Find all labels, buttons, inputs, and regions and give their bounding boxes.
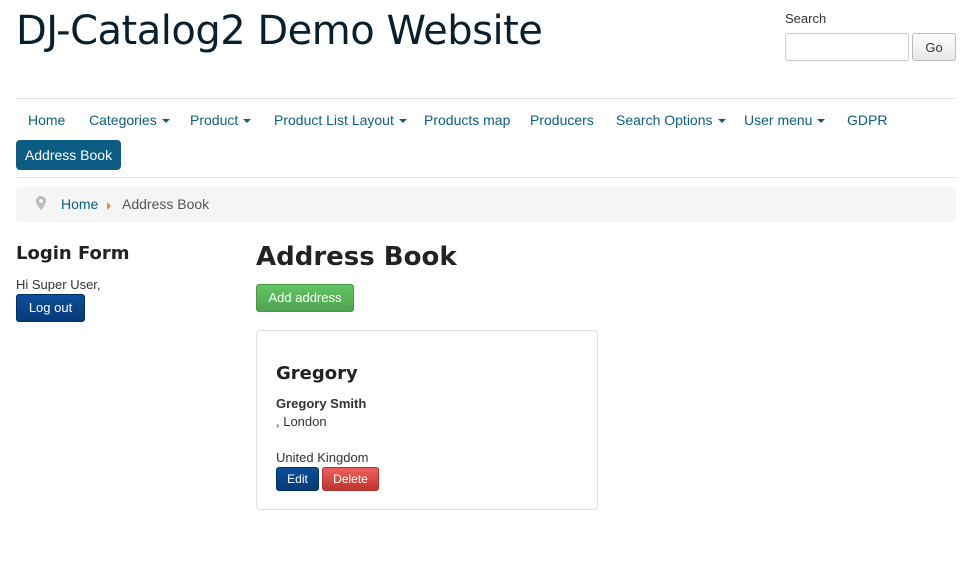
nav-item-label: Home <box>28 112 66 128</box>
login-greeting: Hi Super User, <box>16 277 101 292</box>
caret-down-icon <box>243 119 252 124</box>
caret-down-icon <box>161 119 170 124</box>
nav-item-label: Categories <box>89 112 157 128</box>
breadcrumb-separator-icon <box>107 202 111 210</box>
search-go-button[interactable]: Go <box>912 33 956 61</box>
nav-item-user-menu[interactable]: User menu <box>744 106 826 134</box>
nav-item-label: Products map <box>424 112 511 128</box>
nav-item-address-book[interactable]: Address Book <box>16 140 121 170</box>
nav-item-categories[interactable]: Categories <box>89 106 170 134</box>
nav-item-label: Search Options <box>616 112 713 128</box>
nav-item-producers[interactable]: Producers <box>530 106 594 134</box>
breadcrumb: Home Address Book <box>16 187 956 222</box>
page-title: Address Book <box>256 242 457 272</box>
caret-down-icon <box>717 119 726 124</box>
nav-item-gdpr[interactable]: GDPR <box>847 106 887 134</box>
address-full-name: Gregory Smith <box>276 396 367 411</box>
address-country: United Kingdom <box>276 450 369 465</box>
login-form-title: Login Form <box>16 243 130 264</box>
search-input[interactable] <box>785 33 909 61</box>
nav-item-product-list-layout[interactable]: Product List Layout <box>274 106 407 134</box>
address-city: , London <box>276 414 327 429</box>
nav-item-products-map[interactable]: Products map <box>424 106 510 134</box>
caret-down-icon <box>398 119 407 124</box>
address-card: Gregory Gregory Smith , London United Ki… <box>256 330 598 510</box>
nav-item-label: GDPR <box>847 112 888 128</box>
breadcrumb-current: Address Book <box>122 196 210 212</box>
nav-item-label: Producers <box>530 112 594 128</box>
nav-item-product[interactable]: Product <box>190 106 252 134</box>
nav-item-search-options[interactable]: Search Options <box>616 106 726 134</box>
logout-button[interactable]: Log out <box>16 294 85 322</box>
delete-address-button[interactable]: Delete <box>322 467 379 491</box>
add-address-button[interactable]: Add address <box>256 284 354 312</box>
nav-item-label: Product <box>190 112 239 128</box>
map-pin-icon <box>36 196 46 210</box>
nav-divider <box>16 177 956 178</box>
caret-down-icon <box>817 119 826 124</box>
edit-address-button[interactable]: Edit <box>276 467 319 491</box>
nav-item-label: User menu <box>744 112 813 128</box>
search-label: Search <box>785 11 827 26</box>
header-divider <box>16 98 956 99</box>
breadcrumb-home-link[interactable]: Home <box>61 187 98 222</box>
nav-item-label: Product List Layout <box>274 112 394 128</box>
address-title: Gregory <box>276 363 358 384</box>
site-title: DJ-Catalog2 Demo Website <box>16 8 543 54</box>
nav-item-home[interactable]: Home <box>28 106 65 134</box>
